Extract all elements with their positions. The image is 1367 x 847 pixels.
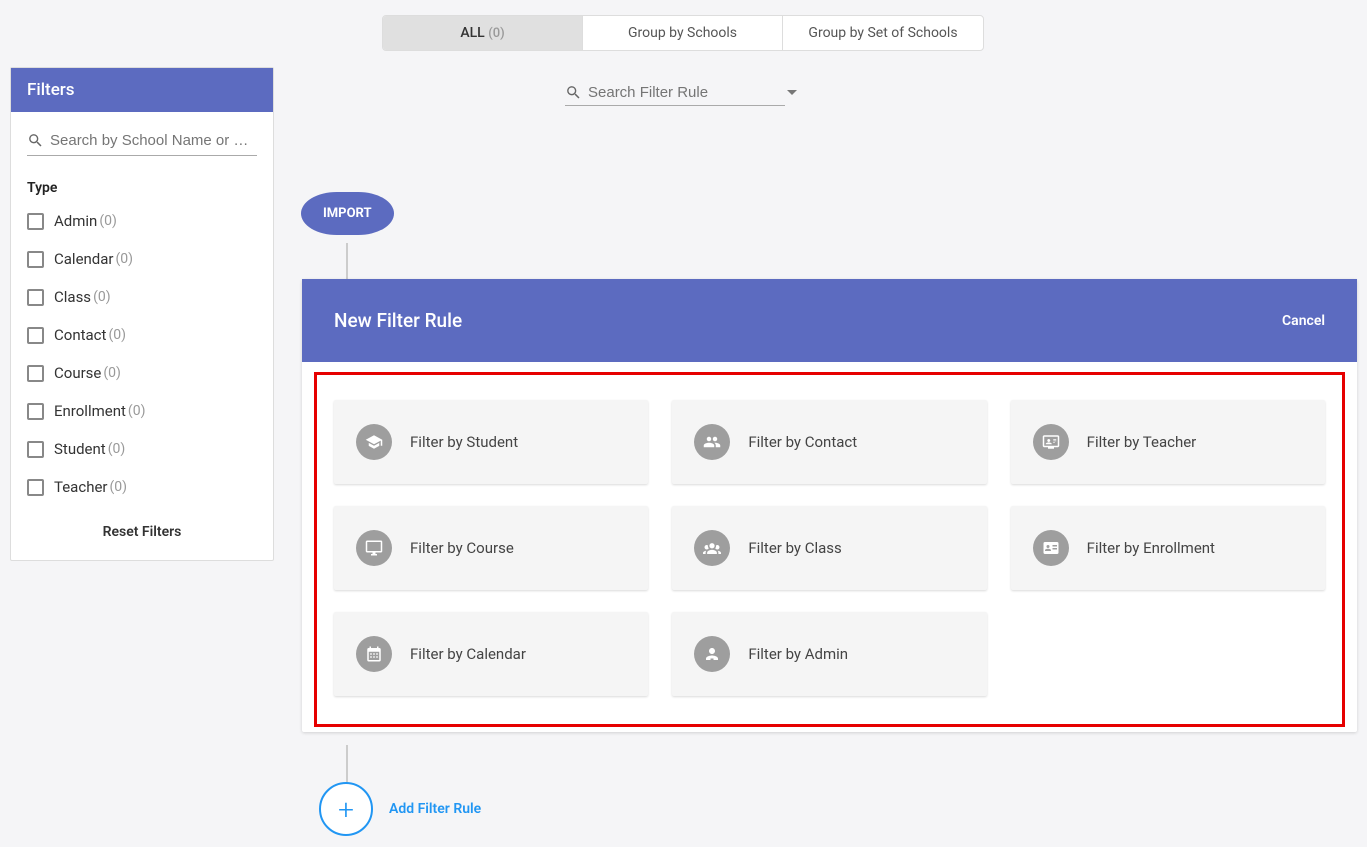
checkbox-icon (27, 479, 44, 496)
checkbox-icon (27, 403, 44, 420)
search-filter-rule-input[interactable] (588, 84, 787, 101)
checkbox-count: (0) (116, 251, 134, 267)
checkbox-count: (0) (93, 289, 111, 305)
tab-all[interactable]: ALL (0) (383, 16, 583, 50)
checkbox-label: Course (54, 364, 101, 382)
reset-filters-button[interactable]: Reset Filters (27, 516, 257, 544)
checkbox-contact[interactable]: Contact (0) (27, 326, 257, 344)
student-icon (356, 424, 392, 460)
checkbox-enrollment[interactable]: Enrollment (0) (27, 402, 257, 420)
search-filter-rule[interactable] (565, 80, 785, 106)
school-search-input[interactable] (50, 132, 257, 149)
add-filter-rule-label: Add Filter Rule (389, 801, 481, 817)
tile-label: Filter by Student (410, 433, 518, 451)
checkbox-label: Student (54, 440, 106, 458)
chevron-down-icon (787, 90, 797, 95)
school-search[interactable] (27, 128, 257, 156)
checkbox-icon (27, 289, 44, 306)
new-filter-rule-card: New Filter Rule Cancel Filter by Student… (302, 279, 1357, 732)
import-button[interactable]: IMPORT (301, 192, 394, 235)
checkbox-course[interactable]: Course (0) (27, 364, 257, 382)
checkbox-icon (27, 213, 44, 230)
checkbox-label: Admin (54, 212, 97, 230)
rule-card-header: New Filter Rule Cancel (302, 279, 1357, 362)
tile-label: Filter by Contact (748, 433, 857, 451)
tile-filter-class[interactable]: Filter by Class (672, 506, 986, 590)
cancel-button[interactable]: Cancel (1282, 313, 1325, 329)
enrollment-icon (1033, 530, 1069, 566)
checkbox-icon (27, 251, 44, 268)
plus-icon: + (319, 782, 373, 836)
tab-count: (0) (488, 26, 504, 41)
checkbox-teacher[interactable]: Teacher (0) (27, 478, 257, 496)
type-label: Type (27, 180, 257, 196)
checkbox-class[interactable]: Class (0) (27, 288, 257, 306)
tile-filter-course[interactable]: Filter by Course (334, 506, 648, 590)
tile-label: Filter by Teacher (1087, 433, 1197, 451)
checkbox-label: Teacher (54, 478, 108, 496)
tile-filter-student[interactable]: Filter by Student (334, 400, 648, 484)
tab-label: Group by Schools (628, 25, 737, 41)
filters-panel: Filters Type Admin (0) Calendar (0) Clas… (10, 67, 274, 561)
tab-group-schools[interactable]: Group by Schools (583, 16, 783, 50)
tile-label: Filter by Calendar (410, 645, 526, 663)
checkbox-admin[interactable]: Admin (0) (27, 212, 257, 230)
rule-card-title: New Filter Rule (334, 309, 462, 332)
tabs: ALL (0) Group by Schools Group by Set of… (382, 15, 984, 51)
tile-label: Filter by Enrollment (1087, 539, 1215, 557)
filters-title: Filters (11, 68, 273, 112)
tab-label: ALL (460, 25, 484, 41)
tile-label: Filter by Class (748, 539, 841, 557)
checkbox-count: (0) (103, 365, 121, 381)
tile-filter-teacher[interactable]: Filter by Teacher (1011, 400, 1325, 484)
checkbox-label: Contact (54, 326, 106, 344)
checkbox-count: (0) (110, 479, 128, 495)
connector-line (346, 745, 348, 783)
checkbox-count: (0) (128, 403, 146, 419)
contact-icon (694, 424, 730, 460)
tile-label: Filter by Course (410, 539, 514, 557)
checkbox-student[interactable]: Student (0) (27, 440, 257, 458)
checkbox-label: Calendar (54, 250, 114, 268)
search-icon (565, 84, 582, 101)
rule-card-body: Filter by Student Filter by Contact Filt… (302, 362, 1357, 732)
checkbox-calendar[interactable]: Calendar (0) (27, 250, 257, 268)
teacher-icon (1033, 424, 1069, 460)
checkbox-icon (27, 365, 44, 382)
tile-filter-calendar[interactable]: Filter by Calendar (334, 612, 648, 696)
connector-line (346, 243, 348, 281)
checkbox-count: (0) (108, 327, 126, 343)
class-icon (694, 530, 730, 566)
course-icon (356, 530, 392, 566)
tile-filter-enrollment[interactable]: Filter by Enrollment (1011, 506, 1325, 590)
checkbox-icon (27, 441, 44, 458)
tab-label: Group by Set of Schools (808, 25, 957, 41)
checkbox-label: Class (54, 288, 91, 306)
tile-filter-admin[interactable]: Filter by Admin (672, 612, 986, 696)
tile-filter-contact[interactable]: Filter by Contact (672, 400, 986, 484)
checkbox-count: (0) (99, 213, 117, 229)
checkbox-label: Enrollment (54, 402, 126, 420)
calendar-icon (356, 636, 392, 672)
tab-group-set-schools[interactable]: Group by Set of Schools (783, 16, 983, 50)
admin-icon (694, 636, 730, 672)
add-filter-rule-button[interactable]: + Add Filter Rule (319, 782, 481, 836)
checkbox-count: (0) (108, 441, 126, 457)
search-icon (27, 132, 44, 149)
filter-grid: Filter by Student Filter by Contact Filt… (310, 372, 1349, 718)
tile-label: Filter by Admin (748, 645, 848, 663)
checkbox-icon (27, 327, 44, 344)
